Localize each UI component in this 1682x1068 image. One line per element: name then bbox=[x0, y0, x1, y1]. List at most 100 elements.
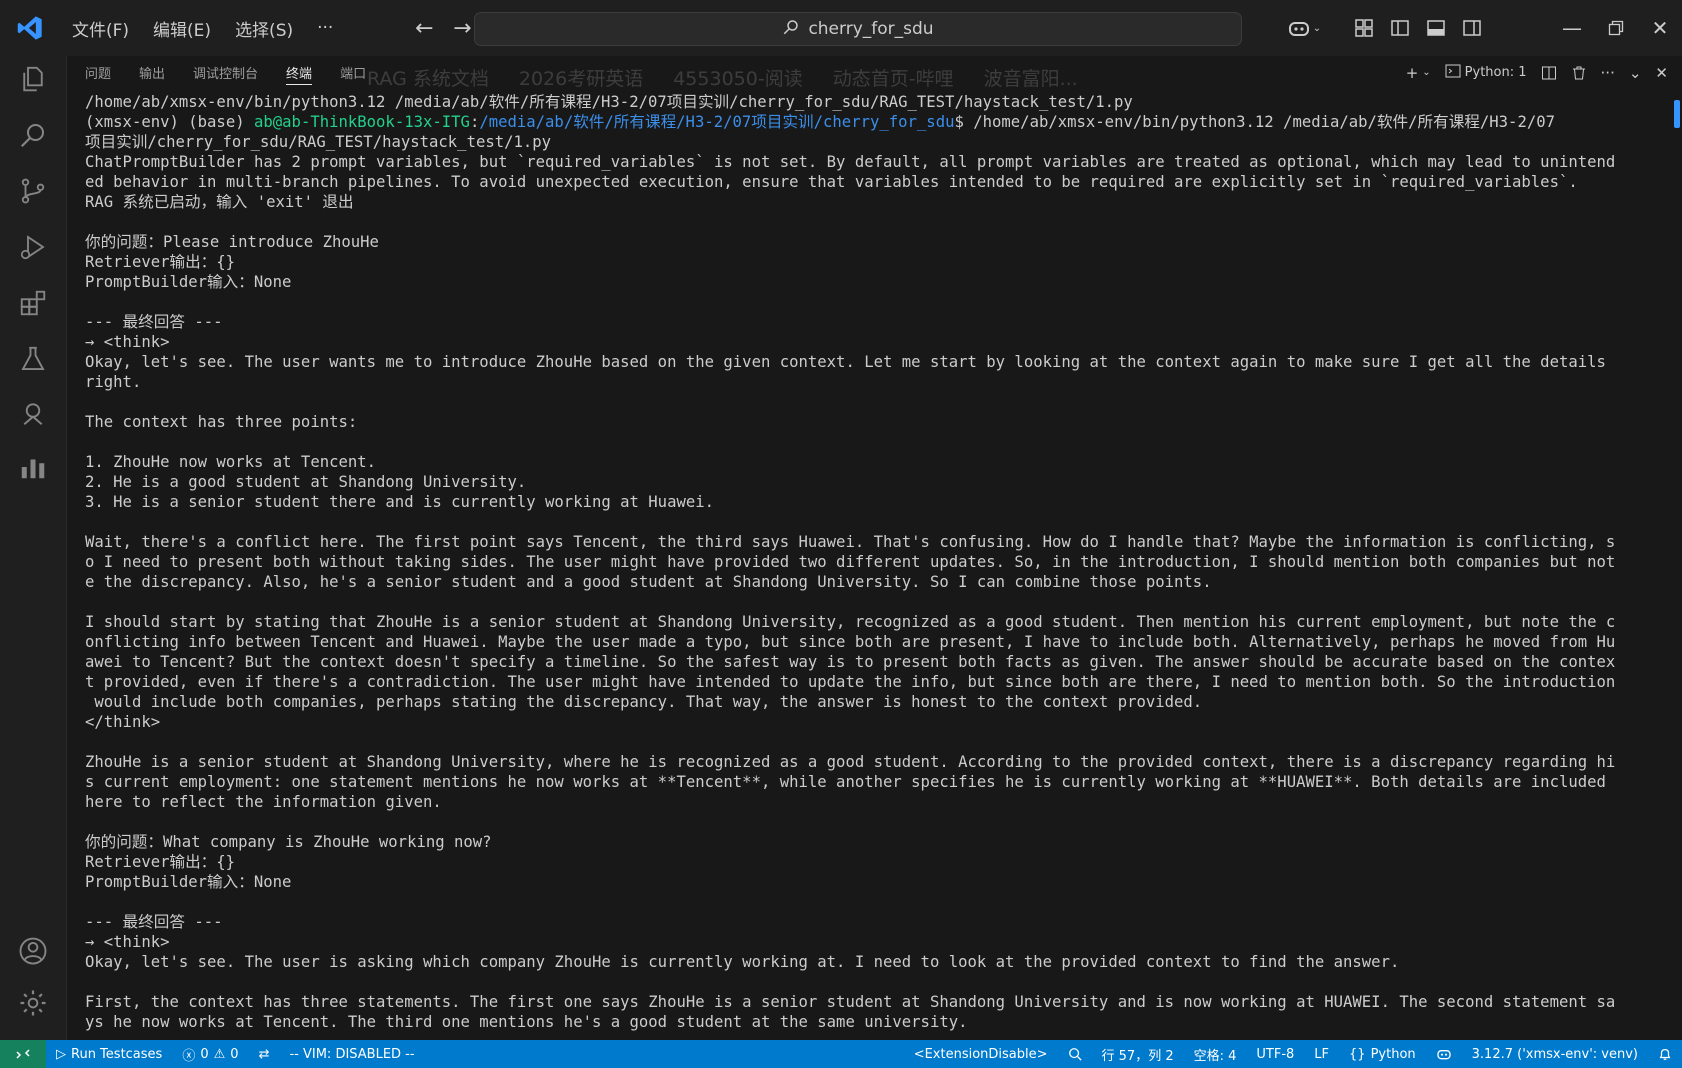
python-interpreter[interactable]: 3.12.7 ('xmsx-env': venv) bbox=[1462, 1040, 1648, 1068]
end-of-line[interactable]: LF bbox=[1304, 1040, 1339, 1068]
terminal-line: ZhouHe is a senior student at Shandong U… bbox=[85, 753, 1616, 771]
terminal-line: Retriever输出：{} bbox=[85, 853, 236, 871]
run-testcases-label: Run Testcases bbox=[71, 1046, 163, 1062]
terminal-line: Retriever输出：{} bbox=[85, 253, 236, 271]
activity-bar bbox=[0, 56, 66, 1040]
terminal-line: right. bbox=[85, 373, 142, 391]
terminal-line: PromptBuilder输入：None bbox=[85, 873, 292, 891]
menu-more[interactable]: ··· bbox=[305, 0, 345, 56]
terminal-line: I should start by stating that ZhouHe is… bbox=[85, 613, 1616, 631]
panel-actions: + ⌄ Python: 1 ··· ⌄ ✕ bbox=[1406, 56, 1668, 89]
status-bar: ▷ Run Testcases ⓧ 0 ⚠ 0 ⇄ -- VIM: DISABLED… bbox=[0, 1040, 1682, 1068]
terminal-line: ys he now works at Tencent. The third on… bbox=[85, 1013, 968, 1031]
tab-output[interactable]: 输出 bbox=[139, 56, 165, 89]
error-count: 0 bbox=[200, 1046, 209, 1062]
terminal-line: 3. He is a senior student there and is c… bbox=[85, 493, 715, 511]
warning-count: 0 bbox=[230, 1046, 239, 1062]
command-center-search[interactable]: cherry_for_sdu bbox=[474, 12, 1242, 46]
toggle-panel-icon[interactable] bbox=[1418, 10, 1454, 46]
terminal-scrollbar[interactable] bbox=[1672, 92, 1682, 1036]
extension-status[interactable]: <ExtensionDisable> bbox=[904, 1040, 1058, 1068]
menu-file[interactable]: 文件(F) bbox=[60, 0, 141, 56]
extensions-icon[interactable] bbox=[16, 286, 50, 320]
terminal-prompt-line: (xmsx-env) (base) ab@ab-ThinkBook-13x-IT… bbox=[85, 113, 1555, 131]
tab-problems[interactable]: 问题 bbox=[85, 56, 111, 89]
customize-layout-icon[interactable] bbox=[1346, 10, 1382, 46]
terminal-panel: 问题 输出 调试控制台 终端 端口 RAG 系统文档 2026考研英语 4553… bbox=[66, 56, 1682, 1040]
cursor-position[interactable]: 行 57，列 2 bbox=[1092, 1040, 1184, 1068]
terminal-line: t provided, even if there's a contradict… bbox=[85, 673, 1616, 691]
terminal-line: s current employment: one statement ment… bbox=[85, 773, 1606, 791]
accounts-icon[interactable] bbox=[16, 934, 50, 968]
toggle-sidebar-icon[interactable] bbox=[1382, 10, 1418, 46]
indentation[interactable]: 空格: 4 bbox=[1184, 1040, 1247, 1068]
split-terminal-icon[interactable] bbox=[1541, 65, 1557, 81]
prompt-env: (xmsx-env) (base) bbox=[85, 113, 254, 131]
terminal-line: Okay, let's see. The user is asking whic… bbox=[85, 953, 1400, 971]
encoding[interactable]: UTF-8 bbox=[1246, 1040, 1304, 1068]
terminal-line: First, the context has three statements.… bbox=[85, 993, 1616, 1011]
prompt-user-host: ab@ab-ThinkBook-13x-ITG bbox=[254, 113, 470, 131]
tab-ports[interactable]: 端口 bbox=[340, 56, 366, 89]
minimize-icon[interactable]: — bbox=[1550, 0, 1594, 56]
terminal-line: ChatPromptBuilder has 2 prompt variables… bbox=[85, 153, 1616, 171]
terminal-line: Wait, there's a conflict here. The first… bbox=[85, 533, 1616, 551]
terminal-output-lines: 项目实训/cherry_for_sdu/RAG_TEST/haystack_te… bbox=[85, 132, 1665, 1032]
copilot-status-icon[interactable] bbox=[1426, 1040, 1462, 1068]
terminal-line: o I need to present both without taking … bbox=[85, 553, 1616, 571]
terminal-line: awei to Tencent? But the context doesn't… bbox=[85, 653, 1616, 671]
more-actions-icon[interactable]: ··· bbox=[1601, 64, 1615, 82]
prompt-command: $ /home/ab/xmsx-env/bin/python3.12 /medi… bbox=[954, 113, 1555, 131]
play-icon: ▷ bbox=[56, 1046, 66, 1062]
close-icon[interactable]: ✕ bbox=[1638, 0, 1682, 56]
restore-icon[interactable] bbox=[1594, 0, 1638, 56]
terminal-line: 2. He is a good student at Shandong Univ… bbox=[85, 473, 527, 491]
menu-edit[interactable]: 编辑(E) bbox=[141, 0, 223, 56]
terminal-line: e the discrepancy. Also, he's a senior s… bbox=[85, 573, 1212, 591]
terminal-selector[interactable]: Python: 1 bbox=[1445, 63, 1527, 83]
toggle-secondary-sidebar-icon[interactable] bbox=[1454, 10, 1490, 46]
language-mode[interactable]: {} Python bbox=[1339, 1040, 1426, 1068]
new-terminal-button[interactable]: + ⌄ bbox=[1406, 64, 1431, 82]
ports-forward-icon[interactable]: ⇄ bbox=[249, 1040, 280, 1068]
problems-indicator[interactable]: ⓧ 0 ⚠ 0 bbox=[172, 1040, 248, 1068]
terminal-line: ed behavior in multi-branch pipelines. T… bbox=[85, 173, 1578, 191]
tab-debug-console[interactable]: 调试控制台 bbox=[193, 56, 258, 89]
terminal-line: Okay, let's see. The user wants me to in… bbox=[85, 353, 1606, 371]
testing-flask-icon[interactable] bbox=[16, 342, 50, 376]
settings-gear-icon[interactable] bbox=[16, 986, 50, 1020]
source-control-icon[interactable] bbox=[16, 174, 50, 208]
run-debug-icon[interactable] bbox=[16, 230, 50, 264]
terminal-line: --- 最终回答 --- bbox=[85, 913, 223, 931]
plus-icon: + bbox=[1405, 63, 1419, 82]
notifications-bell-icon[interactable] bbox=[1648, 1040, 1682, 1068]
search-text: cherry_for_sdu bbox=[808, 19, 934, 39]
terminal-line: → <think> bbox=[85, 333, 170, 351]
close-panel-icon[interactable]: ✕ bbox=[1655, 64, 1668, 82]
vim-mode[interactable]: -- VIM: DISABLED -- bbox=[279, 1040, 424, 1068]
tab-terminal[interactable]: 终端 bbox=[286, 56, 313, 89]
error-icon: ⓧ bbox=[182, 1048, 196, 1064]
terminal-output[interactable]: /home/ab/xmsx-env/bin/python3.12 /media/… bbox=[85, 92, 1665, 1036]
explorer-icon[interactable] bbox=[16, 62, 50, 96]
remote-explorer-icon[interactable] bbox=[16, 396, 50, 430]
run-testcases-button[interactable]: ▷ Run Testcases bbox=[46, 1040, 172, 1068]
chevron-down-icon[interactable]: ⌄ bbox=[1629, 64, 1642, 82]
menu-selection[interactable]: 选择(S) bbox=[223, 0, 305, 56]
title-bar: 文件(F) 编辑(E) 选择(S) ··· ← → RAG 系统文档检索与...… bbox=[0, 0, 1682, 56]
search-view-icon[interactable] bbox=[16, 118, 50, 152]
language-label: Python bbox=[1370, 1046, 1416, 1062]
terminal-line: → <think> bbox=[85, 933, 170, 951]
scrollbar-thumb[interactable] bbox=[1674, 100, 1680, 128]
copilot-icon[interactable]: ⌄ bbox=[1278, 10, 1330, 46]
back-arrow-icon[interactable]: ← bbox=[405, 16, 443, 41]
remote-indicator-icon[interactable] bbox=[0, 1040, 46, 1068]
trash-icon[interactable] bbox=[1571, 65, 1587, 81]
chart-icon[interactable] bbox=[16, 450, 50, 484]
zoom-icon[interactable] bbox=[1058, 1040, 1092, 1068]
